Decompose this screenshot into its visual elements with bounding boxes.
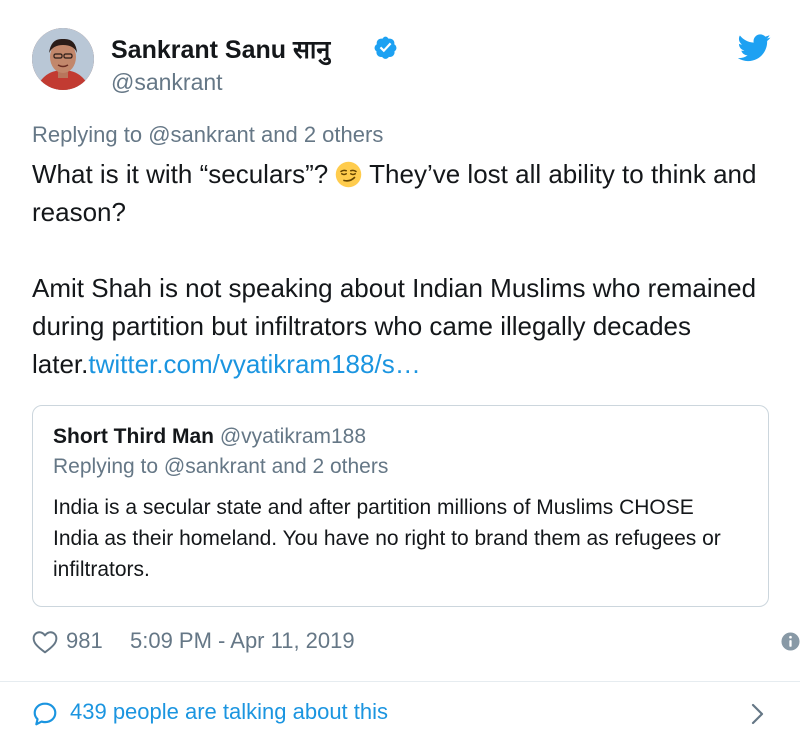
smirking-face-emoji xyxy=(336,161,362,188)
replying-suffix[interactable]: and 2 others xyxy=(255,122,383,147)
quoted-author-handle: @vyatikram188 xyxy=(219,425,367,448)
tweet-paragraph-2: Amit Shah is not speaking about Indian M… xyxy=(32,269,782,383)
quoted-replying-to: Replying to @sankrant and 2 others xyxy=(53,455,389,478)
heart-icon[interactable] xyxy=(32,630,58,654)
tweet-text: What is it with “seculars”? They’ve lost… xyxy=(32,155,782,383)
quoted-tweet-header: Short Third Man @vyatikram188 xyxy=(53,425,366,449)
tweet-text-part-1: What is it with “seculars”? xyxy=(32,159,336,189)
quoted-tweet-card[interactable]: Short Third Man @vyatikram188 Replying t… xyxy=(32,405,769,607)
divider xyxy=(0,681,800,682)
replying-prefix: Replying to xyxy=(32,122,149,147)
conversation-label: 439 people are talking about this xyxy=(70,699,389,724)
avatar[interactable] xyxy=(32,28,94,90)
author-handle[interactable]: @sankrant xyxy=(111,69,223,96)
chevron-right-icon xyxy=(751,703,764,725)
replying-to: Replying to @sankrant and 2 others xyxy=(32,122,383,148)
info-icon[interactable] xyxy=(781,632,800,651)
tweet-paragraph-1: What is it with “seculars”? They’ve lost… xyxy=(32,155,782,231)
quoted-author-name: Short Third Man xyxy=(53,425,214,448)
tweet-timestamp[interactable]: 5:09 PM - Apr 11, 2019 xyxy=(130,628,355,654)
verified-badge-icon xyxy=(374,36,397,59)
conversation-link[interactable]: 439 people are talking about this xyxy=(32,697,772,731)
twitter-bird-icon[interactable] xyxy=(738,34,771,62)
embedded-tweet: Sankrant Sanu सानु @sankrant Replying to… xyxy=(0,0,800,751)
replying-mention-link[interactable]: @sankrant xyxy=(148,122,255,147)
quoted-tweet-link[interactable]: twitter.com/vyatikram188/s… xyxy=(88,349,420,379)
like-count[interactable]: 981 xyxy=(66,628,103,654)
avatar-image xyxy=(32,28,94,90)
quoted-tweet-text: India is a secular state and after parti… xyxy=(53,496,721,581)
chat-bubble-icon xyxy=(33,702,57,726)
author-display-name[interactable]: Sankrant Sanu सानु xyxy=(111,32,330,66)
